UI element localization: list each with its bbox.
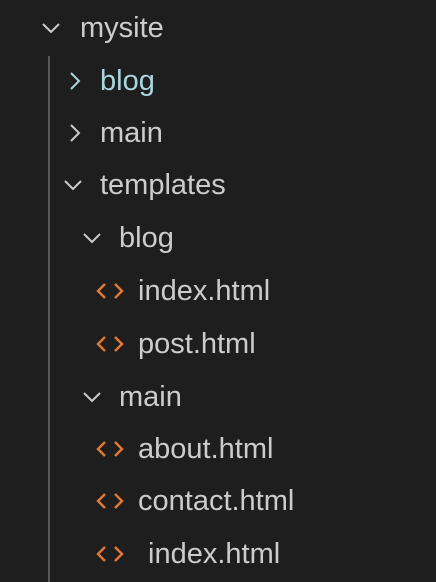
tree-folder-blog[interactable]: blog [0,55,436,107]
tree-item-label: main [119,381,182,413]
tree-item-label: about.html [138,433,274,465]
tree-root-mysite[interactable]: mysite [0,2,436,54]
chevron-down-icon [81,386,103,408]
html-file-icon [96,281,124,301]
tree-file-about-html[interactable]: about.html [0,423,436,475]
html-file-icon [96,439,124,459]
tree-folder-templates-main[interactable]: main [0,371,436,423]
tree-item-label: index.html [148,538,281,570]
tree-item-label: main [100,117,163,149]
tree-folder-templates-blog[interactable]: blog [0,212,436,264]
chevron-down-icon [62,174,84,196]
tree-item-label: post.html [138,328,256,360]
tree-file-blog-index-html[interactable]: index.html [0,265,436,317]
file-explorer: mysite blog main templates blog index.ht… [0,0,436,582]
chevron-right-icon [64,70,86,92]
tree-folder-main[interactable]: main [0,107,436,159]
tree-item-label: templates [100,169,226,201]
html-file-icon [96,544,124,564]
tree-file-contact-html[interactable]: contact.html [0,475,436,527]
tree-item-label: index.html [138,275,271,307]
html-file-icon [96,334,124,354]
tree-file-main-index-html[interactable]: index.html [0,528,436,580]
tree-item-label: blog [100,65,155,97]
tree-item-label: contact.html [138,485,295,517]
tree-file-post-html[interactable]: post.html [0,318,436,370]
tree-item-label: blog [119,222,174,254]
chevron-down-icon [81,227,103,249]
chevron-down-icon [40,17,62,39]
chevron-right-icon [64,122,86,144]
tree-item-label: mysite [80,12,164,44]
html-file-icon [96,491,124,511]
tree-folder-templates[interactable]: templates [0,159,436,211]
